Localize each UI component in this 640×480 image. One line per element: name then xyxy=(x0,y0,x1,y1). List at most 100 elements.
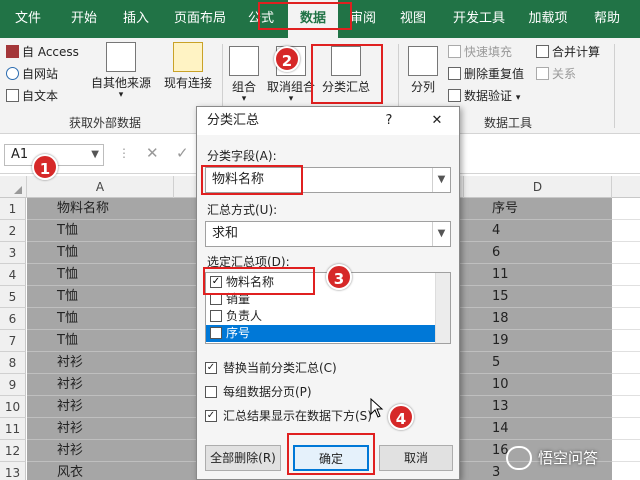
step-badge-4: 4 xyxy=(388,404,414,430)
row-header[interactable]: 2 xyxy=(0,220,26,242)
row-header[interactable]: 3 xyxy=(0,242,26,264)
cancel-button[interactable]: 取消 xyxy=(379,445,453,471)
cell-serial[interactable]: 14 xyxy=(464,418,612,440)
chevron-down-icon: ▼ xyxy=(91,149,99,160)
cell-empty[interactable] xyxy=(612,264,640,286)
checkbox-icon[interactable] xyxy=(205,386,217,398)
cell-empty[interactable] xyxy=(612,308,640,330)
tab-help[interactable]: 帮助 xyxy=(584,0,630,38)
close-icon[interactable]: ✕ xyxy=(425,107,449,135)
cell-material-name[interactable]: 衬衫 xyxy=(27,418,174,440)
group-label-data-tools: 数据工具 xyxy=(483,116,532,130)
list-scrollbar[interactable] xyxy=(435,273,450,343)
consolidate-label: 合并计算 xyxy=(552,45,601,59)
cell-empty[interactable] xyxy=(612,330,640,352)
cell-serial[interactable]: 19 xyxy=(464,330,612,352)
cell-material-name[interactable]: T恤 xyxy=(27,264,174,286)
help-button[interactable]: ? xyxy=(377,107,401,135)
cell-material-name[interactable]: T恤 xyxy=(27,242,174,264)
summary-method-select[interactable]: 求和 ▼ xyxy=(205,221,451,247)
chevron-down-icon: ▾ xyxy=(118,90,124,100)
cell-material-name[interactable]: 风衣 xyxy=(27,462,174,480)
cell-material-name[interactable]: 衬衫 xyxy=(27,440,174,462)
cell-serial[interactable]: 18 xyxy=(464,308,612,330)
group-button[interactable]: 组合 ▾ xyxy=(226,46,262,104)
checkbox-checked-icon[interactable]: ✓ xyxy=(205,362,217,374)
cell-material-name[interactable]: T恤 xyxy=(27,220,174,242)
row-header[interactable]: 11 xyxy=(0,418,26,440)
tab-view[interactable]: 视图 xyxy=(390,0,436,38)
cell-material-name[interactable]: T恤 xyxy=(27,286,174,308)
tab-file[interactable]: 文件 xyxy=(4,0,52,38)
row-header[interactable]: 8 xyxy=(0,352,26,374)
from-text-button[interactable]: 自文本 xyxy=(6,86,58,106)
row-header[interactable]: 1 xyxy=(0,198,26,220)
text-to-columns-button[interactable]: 分列 xyxy=(404,46,442,95)
cell-serial[interactable]: 序号 xyxy=(464,198,612,220)
cell-serial[interactable]: 10 xyxy=(464,374,612,396)
cell-empty[interactable] xyxy=(612,418,640,440)
cell-material-name[interactable]: T恤 xyxy=(27,330,174,352)
row-header[interactable]: 4 xyxy=(0,264,26,286)
row-header[interactable]: 10 xyxy=(0,396,26,418)
cell-serial[interactable]: 6 xyxy=(464,242,612,264)
page-break-label: 每组数据分页(P) xyxy=(223,385,312,399)
cell-serial[interactable]: 11 xyxy=(464,264,612,286)
remove-all-button[interactable]: 全部删除(R) xyxy=(205,445,281,471)
existing-connections-button[interactable]: 现有连接 xyxy=(160,42,216,91)
cell-material-name[interactable]: 物料名称 xyxy=(27,198,174,220)
cell-serial[interactable]: 13 xyxy=(464,396,612,418)
tab-home[interactable]: 开始 xyxy=(60,0,108,38)
list-item[interactable]: 序号 xyxy=(206,325,436,342)
tab-developer[interactable]: 开发工具 xyxy=(446,0,512,38)
ungroup-label: 取消组合 xyxy=(266,80,315,94)
cell-serial[interactable]: 15 xyxy=(464,286,612,308)
select-all-corner[interactable] xyxy=(0,176,27,198)
checkbox-icon[interactable] xyxy=(210,310,222,322)
checkbox-icon[interactable] xyxy=(210,327,222,339)
data-validation-button[interactable]: 数据验证 ▾ xyxy=(448,86,520,106)
flash-fill-button[interactable]: 快速填充 xyxy=(448,42,512,62)
from-other-sources-button[interactable]: 自其他来源 ▾ xyxy=(86,42,156,100)
tab-addins[interactable]: 加载项 xyxy=(520,0,576,38)
cell-serial[interactable]: 5 xyxy=(464,352,612,374)
cell-empty[interactable] xyxy=(612,242,640,264)
from-access-button[interactable]: 自 Access xyxy=(6,42,79,62)
cell-empty[interactable] xyxy=(612,462,640,480)
replace-current-option[interactable]: ✓ 替换当前分类汇总(C) xyxy=(205,359,337,377)
row-header[interactable]: 6 xyxy=(0,308,26,330)
column-header-e[interactable] xyxy=(612,176,640,198)
row-header[interactable]: 5 xyxy=(0,286,26,308)
cancel-icon[interactable]: ✕ xyxy=(146,144,159,162)
page-break-option[interactable]: 每组数据分页(P) xyxy=(205,383,312,401)
tab-page-layout[interactable]: 页面布局 xyxy=(166,0,234,38)
tab-insert[interactable]: 插入 xyxy=(112,0,160,38)
remove-duplicates-button[interactable]: 删除重复值 xyxy=(448,64,524,84)
from-web-button[interactable]: 自网站 xyxy=(6,64,58,84)
summary-below-option[interactable]: ✓ 汇总结果显示在数据下方(S) xyxy=(205,407,372,425)
from-access-label: 自 Access xyxy=(22,45,79,59)
checkbox-checked-icon[interactable]: ✓ xyxy=(205,410,217,422)
cell-material-name[interactable]: T恤 xyxy=(27,308,174,330)
cell-empty[interactable] xyxy=(612,220,640,242)
confirm-icon[interactable]: ✓ xyxy=(176,144,189,162)
cell-material-name[interactable]: 衬衫 xyxy=(27,352,174,374)
row-header[interactable]: 9 xyxy=(0,374,26,396)
column-header-d[interactable]: D xyxy=(464,176,612,198)
row-header[interactable]: 7 xyxy=(0,330,26,352)
cell-empty[interactable] xyxy=(612,374,640,396)
relationships-button[interactable]: 关系 xyxy=(536,64,576,84)
cell-empty[interactable] xyxy=(612,198,640,220)
list-item[interactable]: 负责人 xyxy=(206,308,436,325)
group-icon xyxy=(229,46,259,76)
consolidate-button[interactable]: 合并计算 xyxy=(536,42,600,62)
cell-material-name[interactable]: 衬衫 xyxy=(27,396,174,418)
row-header[interactable]: 13 xyxy=(0,462,26,480)
cell-material-name[interactable]: 衬衫 xyxy=(27,374,174,396)
cell-empty[interactable] xyxy=(612,440,640,462)
cell-empty[interactable] xyxy=(612,352,640,374)
cell-serial[interactable]: 4 xyxy=(464,220,612,242)
cell-empty[interactable] xyxy=(612,396,640,418)
cell-empty[interactable] xyxy=(612,286,640,308)
row-header[interactable]: 12 xyxy=(0,440,26,462)
